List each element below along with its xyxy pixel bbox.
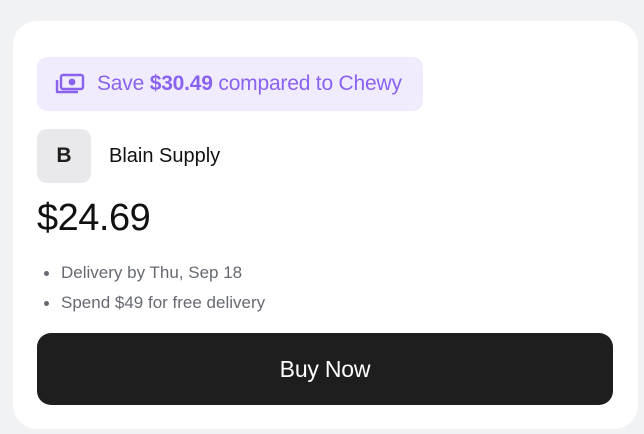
seller-avatar: B bbox=[37, 129, 91, 183]
seller-info: B Blain Supply bbox=[37, 129, 220, 183]
delivery-date: Delivery by Thu, Sep 18 bbox=[61, 263, 243, 282]
money-icon bbox=[55, 73, 85, 95]
price: $24.69 bbox=[37, 197, 151, 239]
list-item: Delivery by Thu, Sep 18 bbox=[37, 261, 265, 291]
savings-prefix: Save bbox=[97, 72, 145, 95]
delivery-details: Delivery by Thu, Sep 18 Spend $49 for fr… bbox=[37, 261, 265, 321]
bullet-icon bbox=[44, 301, 49, 306]
bullet-icon bbox=[44, 271, 49, 276]
buy-now-button[interactable]: Buy Now bbox=[37, 333, 613, 405]
list-item: Spend $49 for free delivery bbox=[37, 291, 265, 321]
savings-suffix: compared to Chewy bbox=[218, 72, 402, 95]
savings-banner: Save $30.49 compared to Chewy bbox=[37, 57, 423, 111]
seller-name: Blain Supply bbox=[109, 144, 221, 167]
offer-card: Save $30.49 compared to Chewy B Blain Su… bbox=[13, 21, 638, 429]
savings-amount: $30.49 bbox=[149, 72, 213, 95]
free-delivery-threshold: Spend $49 for free delivery bbox=[61, 293, 266, 312]
